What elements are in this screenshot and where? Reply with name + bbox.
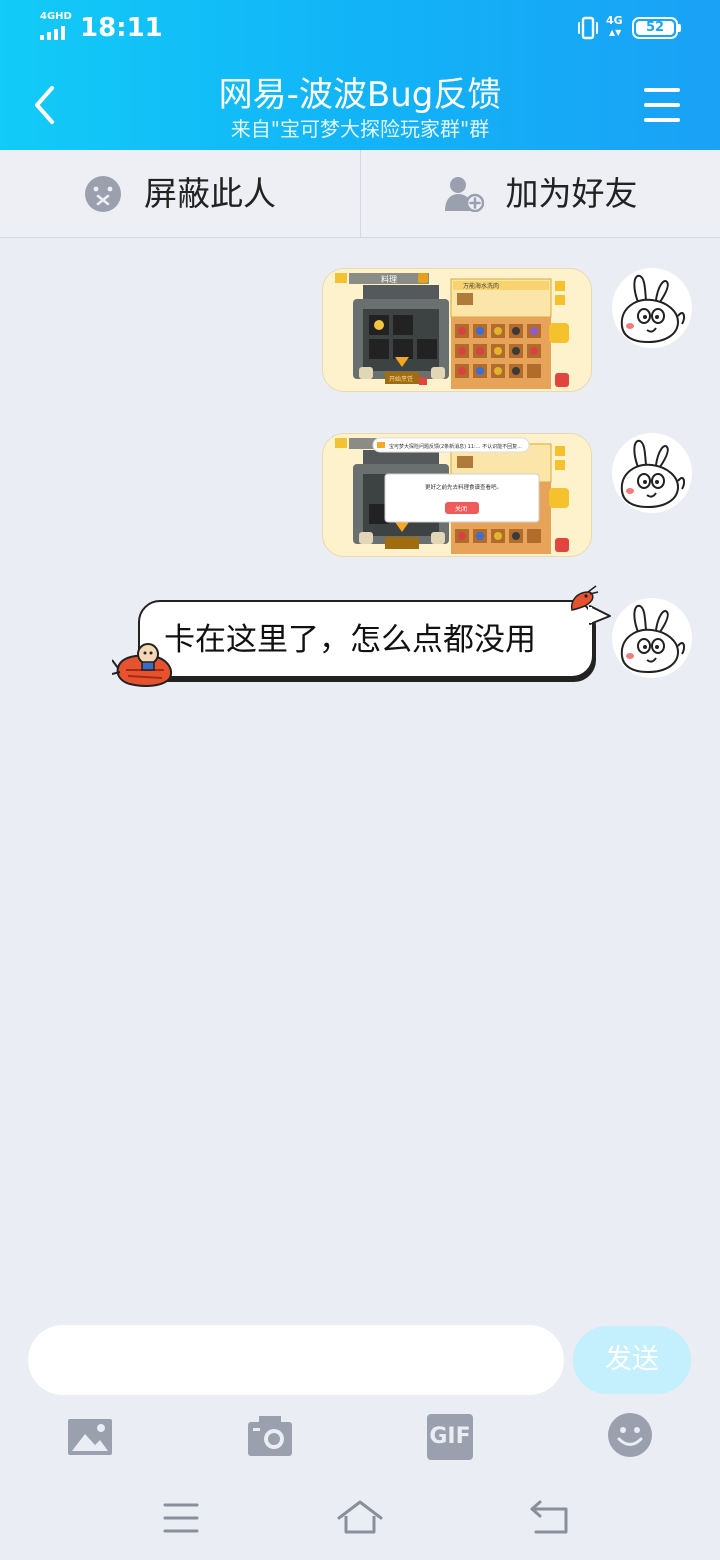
status-bar: 4GHD 18:11 4G ▲▼ 52	[0, 0, 720, 56]
chevron-left-icon	[35, 86, 54, 124]
avatar[interactable]	[612, 433, 692, 513]
gif-icon[interactable]: GIF	[427, 1414, 473, 1460]
battery-level: 52	[636, 21, 674, 35]
message-input[interactable]	[28, 1325, 564, 1395]
chat-title-block: 网易-波波Bug反馈 来自"宝可梦大探险玩家群"群	[160, 74, 560, 142]
back-button[interactable]	[28, 82, 60, 128]
avatar[interactable]	[612, 598, 692, 678]
status-time: 18:11	[80, 13, 163, 43]
avatar[interactable]	[612, 268, 692, 348]
message-text: 卡在这里了，怎么点都没用	[164, 622, 536, 658]
add-friend-icon	[444, 177, 484, 212]
image-message[interactable]: 宝可梦大探险问题反馈(2条新消息) 11:... 不认识能不回复... 更好之前…	[322, 433, 592, 557]
image-icon[interactable]	[67, 1414, 113, 1460]
header-bar: 4GHD 18:11 4G ▲▼ 52 网易-波波Bug反馈 来自"宝可梦大探险…	[0, 0, 720, 150]
game-dialog-button: 关闭	[455, 505, 467, 513]
add-friend-label: 加为好友	[505, 174, 638, 213]
emoji-icon[interactable]	[607, 1412, 653, 1458]
menu-button[interactable]	[642, 86, 682, 124]
cook-button-label: 开始烹饪	[389, 375, 413, 383]
game-screenshot-thumbnail: 宝可梦大探险问题反馈(2条新消息) 11:... 不认识能不回复... 更好之前…	[323, 434, 591, 556]
game-dialog-text: 更好之前先去料理食谱查看吧。	[425, 483, 502, 491]
bunny-avatar-icon	[620, 274, 686, 344]
battery-icon: 52	[632, 17, 678, 39]
recipe-name-label: 万能海水洗肉	[463, 282, 499, 290]
shrimp-decoration-icon	[570, 585, 599, 611]
block-user-button[interactable]: 屏蔽此人	[0, 150, 360, 238]
chat-title: 网易-波波Bug反馈	[218, 75, 502, 115]
text-message-bubble[interactable]: 卡在这里了，怎么点都没用	[138, 600, 594, 678]
notification-banner-text: 宝可梦大探险问题反馈(2条新消息) 11:... 不认识能不回复...	[389, 443, 522, 450]
block-face-icon	[85, 176, 121, 212]
camera-icon[interactable]	[247, 1414, 293, 1460]
mobile-data-icon: 4G ▲▼	[606, 14, 623, 38]
network-type-label: 4GHD	[40, 11, 72, 22]
image-message[interactable]: 料理 开始烹饪 万能海水洗肉	[322, 268, 592, 392]
stranger-action-bar: 屏蔽此人 加为好友	[0, 150, 720, 238]
back-icon[interactable]	[526, 1498, 574, 1538]
shrimp-rider-decoration-icon	[112, 643, 172, 687]
bunny-avatar-icon	[620, 439, 686, 509]
bunny-avatar-icon	[620, 604, 686, 674]
game-panel-title: 料理	[381, 274, 397, 284]
mobile-data-label: 4G	[606, 14, 623, 27]
send-button[interactable]: 发送	[573, 1326, 691, 1394]
block-user-label: 屏蔽此人	[144, 174, 276, 213]
chat-subtitle: 来自"宝可梦大探险玩家群"群	[230, 117, 490, 141]
game-screenshot-thumbnail: 料理 开始烹饪 万能海水洗肉	[323, 269, 591, 391]
home-icon[interactable]	[336, 1498, 384, 1538]
cellular-signal-icon: 4GHD	[40, 12, 72, 42]
add-friend-button[interactable]: 加为好友	[360, 150, 720, 238]
menu-icon[interactable]	[157, 1498, 205, 1538]
vibrate-icon	[578, 16, 598, 40]
